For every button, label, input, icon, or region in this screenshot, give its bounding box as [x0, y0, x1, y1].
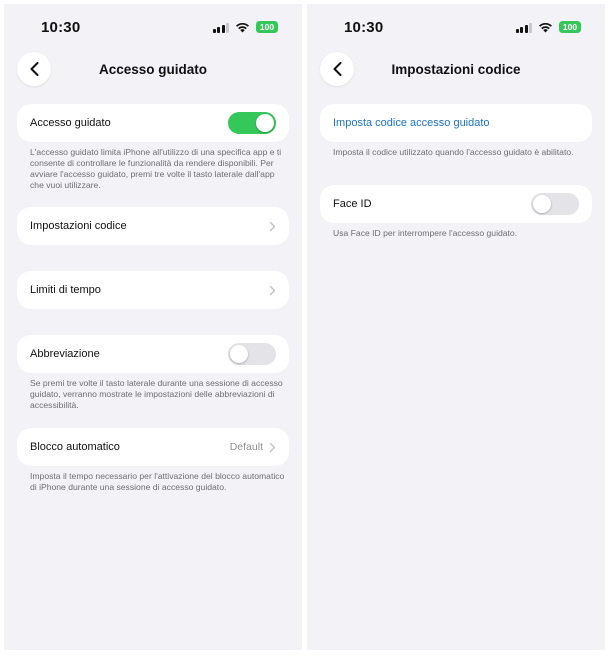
guided-access-footer: L'accesso guidato limita iPhone all'util… — [30, 147, 282, 190]
face-id-label: Face ID — [333, 198, 372, 210]
screen-passcode-settings: 10:30 100 Impostazioni codice Imposta co… — [307, 4, 605, 650]
set-passcode-footer: Imposta il codice utilizzato quando l'ac… — [333, 147, 574, 157]
shortcut-toggle[interactable] — [228, 343, 276, 365]
auto-lock-label: Blocco automatico — [30, 441, 120, 453]
set-passcode-row[interactable]: Imposta codice accesso guidato — [320, 104, 592, 142]
guided-access-row[interactable]: Accesso guidato — [17, 104, 289, 142]
cellular-signal-icon — [212, 22, 229, 33]
status-bar: 10:30 100 — [4, 4, 302, 48]
wifi-icon — [539, 22, 552, 32]
chevron-right-icon — [269, 221, 276, 231]
page-title: Impostazioni codice — [391, 62, 521, 77]
guided-access-label: Accesso guidato — [30, 117, 111, 129]
page-title: Accesso guidato — [98, 62, 208, 77]
set-passcode-link[interactable]: Imposta codice accesso guidato — [333, 117, 490, 129]
screen-guided-access: 10:30 100 Accesso guidato Accesso guidat… — [4, 4, 302, 650]
auto-lock-footer: Imposta il tempo necessario per l'attiva… — [30, 471, 285, 492]
shortcut-row[interactable]: Abbreviazione — [17, 335, 289, 373]
cellular-signal-icon — [515, 22, 532, 33]
auto-lock-value: Default — [229, 441, 263, 453]
time-limits-row[interactable]: Limiti di tempo — [17, 271, 289, 309]
status-time: 10:30 — [344, 19, 384, 36]
shortcut-footer: Se premi tre volte il tasto laterale dur… — [30, 378, 283, 410]
battery-icon: 100 — [256, 21, 278, 33]
nav-bar: Accesso guidato — [4, 50, 302, 90]
wifi-icon — [236, 22, 249, 32]
status-icons: 100 — [212, 21, 278, 33]
face-id-footer: Usa Face ID per interrompere l'accesso g… — [333, 228, 518, 238]
chevron-right-icon — [269, 442, 276, 452]
battery-icon: 100 — [559, 21, 581, 33]
status-time: 10:30 — [41, 19, 81, 36]
passcode-settings-label: Impostazioni codice — [30, 220, 127, 232]
shortcut-label: Abbreviazione — [30, 348, 100, 360]
chevron-right-icon — [269, 285, 276, 295]
time-limits-label: Limiti di tempo — [30, 284, 101, 296]
auto-lock-row[interactable]: Blocco automatico Default — [17, 428, 289, 466]
nav-bar: Impostazioni codice — [307, 50, 605, 90]
passcode-settings-row[interactable]: Impostazioni codice — [17, 207, 289, 245]
face-id-toggle[interactable] — [531, 193, 579, 215]
status-icons: 100 — [515, 21, 581, 33]
status-bar: 10:30 100 — [307, 4, 605, 48]
guided-access-toggle[interactable] — [228, 112, 276, 134]
face-id-row[interactable]: Face ID — [320, 185, 592, 223]
